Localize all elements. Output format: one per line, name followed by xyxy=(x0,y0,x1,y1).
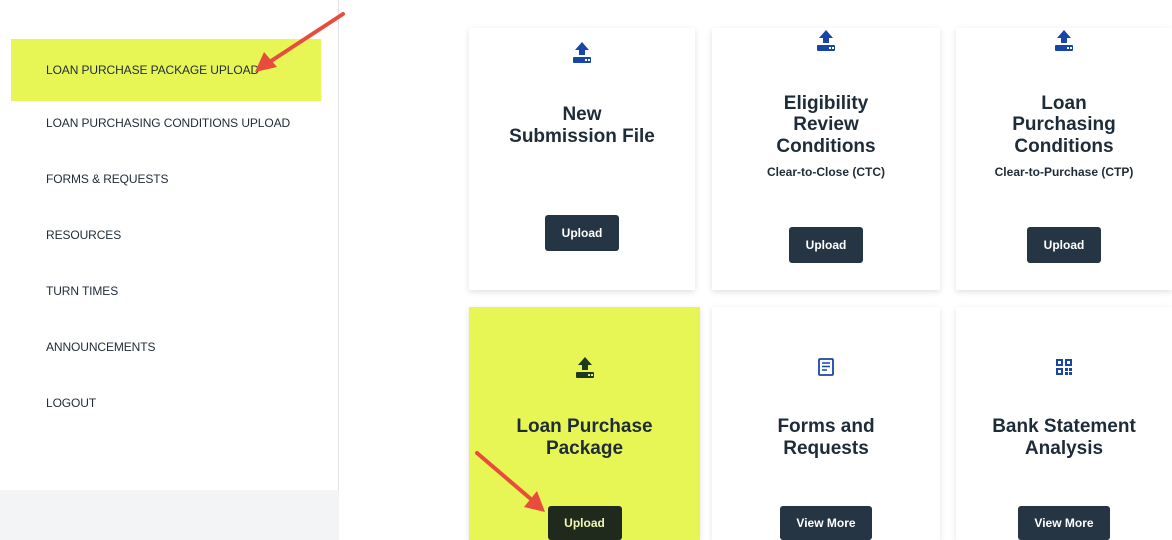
card-loan-purchasing-conditions: Loan Purchasing Conditions Clear-to-Purc… xyxy=(956,28,1172,290)
sidebar-item-resources[interactable]: RESOURCES xyxy=(11,204,321,266)
sidebar-item-label: ANNOUNCEMENTS xyxy=(46,340,156,354)
card-title-line: Conditions xyxy=(776,136,876,157)
card-title-line: Review xyxy=(793,114,859,135)
upload-button[interactable]: Upload xyxy=(1027,227,1101,263)
upload-icon xyxy=(573,355,597,379)
card-title-line: New xyxy=(562,104,602,125)
card-bank-statement-analysis: Bank Statement Analysis View More xyxy=(956,307,1172,540)
card-new-submission-file: New Submission File Upload xyxy=(469,28,695,290)
sidebar-item-label: RESOURCES xyxy=(46,228,122,242)
sidebar: LOAN PURCHASE PACKAGE UPLOAD LOAN PURCHA… xyxy=(0,0,339,490)
card-title-line: Forms and xyxy=(777,416,875,437)
card-title-line: Conditions xyxy=(1014,136,1114,157)
upload-button[interactable]: Upload xyxy=(547,506,622,540)
view-more-button[interactable]: View More xyxy=(1018,506,1110,540)
sidebar-item-loan-purchasing-conditions-upload[interactable]: LOAN PURCHASING CONDITIONS UPLOAD xyxy=(11,92,321,154)
card-title-line: Loan xyxy=(1041,93,1087,114)
card-loan-purchase-package: Loan Purchase Package Upload xyxy=(469,307,700,540)
sidebar-item-label: FORMS & REQUESTS xyxy=(46,172,169,186)
card-title-line: Purchasing xyxy=(1012,114,1116,135)
upload-icon xyxy=(1052,28,1076,52)
card-forms-and-requests: Forms and Requests View More xyxy=(712,307,940,540)
card-title-line: Eligibility xyxy=(783,93,869,114)
form-icon xyxy=(814,355,838,379)
sidebar-item-label: TURN TIMES xyxy=(46,284,119,298)
upload-button[interactable]: Upload xyxy=(545,215,619,251)
card-eligibility-review-conditions: Eligibility Review Conditions Clear-to-C… xyxy=(712,28,940,290)
sidebar-item-announcements[interactable]: ANNOUNCEMENTS xyxy=(11,316,321,378)
card-title-line: Loan Purchase xyxy=(516,416,653,437)
card-subtitle: Clear-to-Purchase (CTP) xyxy=(994,165,1134,179)
upload-icon xyxy=(814,28,838,52)
sidebar-item-label: LOGOUT xyxy=(46,396,97,410)
qr-code-icon xyxy=(1052,355,1076,379)
sidebar-item-label: LOAN PURCHASE PACKAGE UPLOAD xyxy=(46,63,260,77)
card-title-line: Analysis xyxy=(1024,438,1104,459)
view-more-button[interactable]: View More xyxy=(780,506,872,540)
card-title-line: Submission File xyxy=(509,126,655,147)
card-subtitle: Clear-to-Close (CTC) xyxy=(766,165,885,179)
sidebar-item-label: LOAN PURCHASING CONDITIONS UPLOAD xyxy=(46,116,291,130)
sidebar-item-logout[interactable]: LOGOUT xyxy=(11,372,321,434)
card-title-line: Requests xyxy=(783,438,869,459)
sidebar-item-forms-requests[interactable]: FORMS & REQUESTS xyxy=(11,148,321,210)
upload-icon xyxy=(570,40,594,64)
card-title-line: Package xyxy=(545,438,624,459)
card-title-line: Bank Statement xyxy=(992,416,1136,437)
upload-button[interactable]: Upload xyxy=(789,227,863,263)
sidebar-item-turn-times[interactable]: TURN TIMES xyxy=(11,260,321,322)
